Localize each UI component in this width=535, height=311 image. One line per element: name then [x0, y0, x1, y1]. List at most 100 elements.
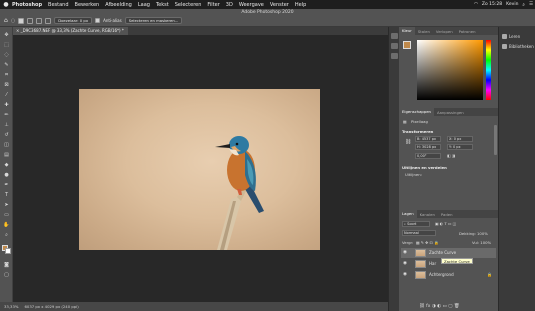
menu-app[interactable]: Photoshop	[12, 2, 42, 8]
quick-mask-icon[interactable]: ◙	[3, 263, 10, 268]
close-icon[interactable]: ×	[16, 28, 19, 33]
eraser-tool-icon[interactable]: ◫	[3, 143, 10, 148]
control-center-icon[interactable]: ☰	[529, 2, 533, 7]
menu-tekst[interactable]: Tekst	[156, 2, 169, 8]
clock[interactable]: Zo 15:28	[482, 2, 502, 7]
lasso-tool-icon[interactable]: ◌	[11, 18, 15, 24]
layer-filter-select[interactable]: ⌕ Soort	[402, 221, 430, 227]
flip-icons[interactable]: ◧ ◨	[447, 153, 455, 158]
wifi-icon[interactable]: ◠	[474, 2, 478, 7]
select-and-mask-button[interactable]: Selecteren en maskeren...	[124, 17, 183, 24]
x-field[interactable]: X: 0 px	[447, 136, 473, 142]
opacity-field[interactable]: Dekking: 100%	[459, 231, 488, 236]
zoom-level[interactable]: 33,33%	[4, 304, 18, 309]
clone-stamp-icon[interactable]: ⊥	[3, 123, 10, 128]
history-brush-icon[interactable]: ↺	[3, 133, 10, 138]
lasso-icon[interactable]: ◌	[3, 53, 10, 58]
type-tool-icon[interactable]: T	[3, 193, 10, 198]
layer-row[interactable]: ◉ Zachte Curve	[401, 248, 496, 258]
layer-name[interactable]: Zachte Curve	[429, 248, 456, 258]
zoom-tool-icon[interactable]: ⌕	[3, 233, 10, 238]
document-tab[interactable]: × _D9C3687.NEF @ 33,3% (Zachte Curve, RG…	[13, 27, 128, 35]
pen-tool-icon[interactable]: ✒	[3, 183, 10, 188]
character-panel-icon[interactable]	[391, 53, 398, 59]
eyedropper-icon[interactable]: ⁄	[3, 93, 10, 98]
antialias-checkbox[interactable]	[95, 18, 101, 23]
menu-laag[interactable]: Laag	[138, 2, 150, 8]
move-tool-icon[interactable]: ✥	[3, 33, 10, 38]
layer-row[interactable]: ◉ Achtergrond 🔒	[401, 270, 496, 280]
width-field[interactable]: B: 4537 px	[415, 136, 441, 142]
y-field[interactable]: Y: 0 px	[447, 144, 473, 150]
info-panel-icon[interactable]	[391, 43, 398, 49]
dodge-tool-icon[interactable]: ●	[3, 173, 10, 178]
feather-field[interactable]: Doezelaar: 0 px	[54, 17, 93, 24]
hue-slider[interactable]	[486, 40, 491, 100]
marquee-tool-icon[interactable]: ⬚	[3, 43, 10, 48]
path-select-icon[interactable]: ➤	[3, 203, 10, 208]
lock-icons[interactable]: ▦ ✎ ✥ ⊡ 🔒	[416, 240, 439, 245]
tab-stalen[interactable]: Stalen	[415, 29, 433, 34]
fill-field[interactable]: Vul: 100%	[472, 240, 491, 245]
properties-scrollbar[interactable]	[494, 125, 497, 155]
menu-weergave[interactable]: Weergave	[239, 2, 264, 8]
gradient-tool-icon[interactable]: ▤	[3, 153, 10, 158]
tab-eigenschappen[interactable]: Eigenschappen	[399, 108, 434, 116]
menu-bestand[interactable]: Bestand	[48, 2, 68, 8]
layer-kind: Pixellaag	[411, 119, 428, 124]
tab-paden[interactable]: Paden	[438, 212, 456, 217]
search-icon[interactable]: ⌕	[522, 2, 525, 8]
menu-help[interactable]: Help	[295, 2, 306, 8]
align-label[interactable]: Uitlijnen en verdelen	[402, 165, 447, 170]
height-field[interactable]: H: 3028 px	[415, 144, 441, 150]
libraries-panel-button[interactable]: Bibliotheken	[502, 44, 534, 49]
eye-icon[interactable]: ◉	[403, 272, 408, 277]
eye-icon[interactable]: ◉	[403, 261, 408, 266]
color-field[interactable]	[417, 40, 483, 100]
canvas-area[interactable]	[13, 35, 388, 302]
menu-filter[interactable]: Filter	[207, 2, 219, 8]
new-selection-icon[interactable]	[18, 17, 25, 24]
crop-tool-icon[interactable]: ⌗	[3, 73, 10, 78]
tab-verlopen[interactable]: Verlopen	[433, 29, 456, 34]
background-color-swatch[interactable]	[5, 248, 11, 254]
tab-kleur[interactable]: Kleur	[399, 27, 415, 35]
user-name[interactable]: Kevin	[506, 2, 518, 7]
blur-tool-icon[interactable]: ◆	[3, 163, 10, 168]
transform-label[interactable]: Transformeren	[402, 129, 433, 134]
intersect-selection-icon[interactable]	[45, 17, 52, 24]
layer-name[interactable]: Har	[429, 259, 436, 269]
color-panel-foreground[interactable]	[403, 41, 411, 49]
tab-aanpassingen[interactable]: Aanpassingen	[434, 110, 467, 115]
layer-name[interactable]: Achtergrond	[429, 270, 454, 280]
blend-mode-select[interactable]: Normaal	[402, 230, 436, 236]
frame-tool-icon[interactable]: ⊠	[3, 83, 10, 88]
link-icon[interactable]: ⛓	[405, 139, 411, 145]
menu-3d[interactable]: 3D	[226, 2, 233, 8]
brush-tool-icon[interactable]: ✏	[3, 113, 10, 118]
document-image[interactable]	[79, 89, 320, 250]
menu-selecteren[interactable]: Selecteren	[175, 2, 202, 8]
screen-mode-icon[interactable]: ▢	[3, 273, 10, 278]
layer-actions[interactable]: ⛓ fx ◑ ◐ ▭ ▢ 🗑	[419, 304, 460, 309]
menu-bewerken[interactable]: Bewerken	[75, 2, 100, 8]
menu-afbeelding[interactable]: Afbeelding	[105, 2, 132, 8]
tab-patronen[interactable]: Patronen	[456, 29, 479, 34]
angle-field[interactable]: 0,00°	[415, 153, 441, 159]
healing-brush-icon[interactable]: ✚	[3, 103, 10, 108]
add-selection-icon[interactable]	[27, 17, 34, 24]
layer-filter-icons[interactable]: ▣ ◐ T ▭ ◫	[435, 221, 456, 226]
subtract-selection-icon[interactable]	[36, 17, 43, 24]
apple-menu-icon[interactable]: ●	[0, 1, 12, 8]
tab-lagen[interactable]: Lagen	[399, 210, 417, 218]
quick-select-icon[interactable]: ✎	[3, 63, 10, 68]
rectangle-tool-icon[interactable]: ▭	[3, 213, 10, 218]
tab-kanalen[interactable]: Kanalen	[417, 212, 438, 217]
lock-icon[interactable]: 🔒	[487, 272, 492, 277]
learn-panel-button[interactable]: Leren	[502, 34, 520, 39]
menu-venster[interactable]: Venster	[270, 2, 289, 8]
hand-tool-icon[interactable]: ✋	[3, 223, 10, 228]
home-icon[interactable]: ⌂	[4, 17, 8, 24]
history-panel-icon[interactable]	[391, 33, 398, 39]
eye-icon[interactable]: ◉	[403, 250, 408, 255]
